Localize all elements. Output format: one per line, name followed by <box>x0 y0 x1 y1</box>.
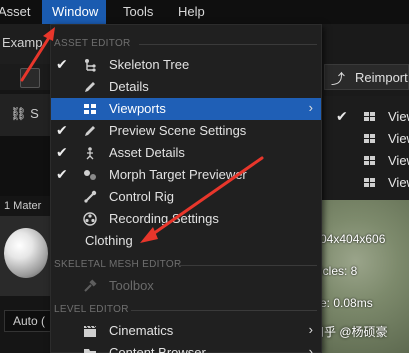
menu-item-preview-scene-settings[interactable]: ✔ Preview Scene Settings <box>51 120 321 142</box>
viewports-grid-icon <box>84 104 96 114</box>
submenu-arrow-icon: › <box>308 344 313 353</box>
section-divider <box>139 44 317 45</box>
submenu-viewport-label: View <box>388 175 409 190</box>
reimport-icon: ⤴ <box>331 71 345 87</box>
menu-item-control-rig[interactable]: Control Rig <box>51 186 321 208</box>
viewport-grid-icon <box>364 134 376 144</box>
menu-item-asset-details[interactable]: ✔ Asset Details <box>51 142 321 164</box>
menu-item-cinematics[interactable]: Cinematics › <box>51 320 321 342</box>
check-icon: ✔ <box>336 108 348 124</box>
submenu-arrow-icon: › <box>308 322 313 337</box>
menu-item-recording-settings[interactable]: Recording Settings <box>51 208 321 230</box>
menu-item-content-browser[interactable]: Content Browser › <box>51 342 321 353</box>
menu-item-label: Skeleton Tree <box>109 57 190 72</box>
submenu-viewport-1[interactable]: ✔ View <box>324 106 409 128</box>
submenu-arrow-icon: › <box>308 100 313 115</box>
toolbar-run-button[interactable] <box>20 68 40 88</box>
skeleton-subtab-label: ⛓ S <box>10 106 39 122</box>
morph-target-icon <box>84 170 96 180</box>
submenu-viewport-4[interactable]: View <box>324 172 409 194</box>
menu-item-label: Recording Settings <box>109 211 219 226</box>
menu-asset[interactable]: Asset <box>0 0 41 24</box>
submenu-viewport-2[interactable]: View <box>324 128 409 150</box>
menu-item-viewports[interactable]: Viewports › <box>51 98 321 120</box>
section-header-asset-editor: ASSET EDITOR <box>54 38 131 49</box>
menu-item-clothing[interactable]: Clothing <box>51 230 321 252</box>
menu-help[interactable]: Help <box>168 0 215 24</box>
menu-item-label: Clothing <box>85 233 133 248</box>
menu-item-label: Asset Details <box>109 145 185 160</box>
reimport-button[interactable]: ⤴ Reimport <box>324 64 409 90</box>
skeleton-subtab-text: S <box>30 106 39 121</box>
menu-item-label: Control Rig <box>109 189 175 204</box>
viewport-grid-icon <box>364 112 376 122</box>
menu-window[interactable]: Window <box>42 0 106 24</box>
check-icon: ✔ <box>56 166 68 182</box>
control-rig-icon <box>84 190 97 203</box>
menu-item-label: Cinematics <box>109 323 174 338</box>
viewport-stat-time: e: 0.08ms <box>320 296 373 310</box>
section-divider <box>179 265 317 266</box>
submenu-viewport-label: View <box>388 131 409 146</box>
bone-icon: ⛓ <box>10 106 27 121</box>
details-pencil-icon <box>85 82 95 92</box>
viewport-grid-icon <box>364 178 376 188</box>
preview-pencil-icon <box>85 126 95 136</box>
section-header-skeletal-mesh-editor: SKELETAL MESH EDITOR <box>54 259 182 270</box>
menu-item-label: Viewports <box>109 101 166 116</box>
section-header-level-editor: LEVEL EDITOR <box>54 304 129 315</box>
menu-item-label: Toolbox <box>109 278 154 293</box>
menu-item-morph-target-previewer[interactable]: ✔ Morph Target Previewer <box>51 164 321 186</box>
menu-item-label: Morph Target Previewer <box>109 167 247 182</box>
check-icon: ✔ <box>56 144 68 160</box>
menu-tools[interactable]: Tools <box>113 0 163 24</box>
menu-item-label: Content Browser <box>109 345 206 353</box>
material-count-label: 1 Mater <box>4 200 42 212</box>
menu-item-label: Details <box>109 79 149 94</box>
material-preview-sphere[interactable] <box>4 228 48 278</box>
auto-dropdown[interactable]: Auto ( <box>4 310 52 332</box>
menu-item-label: Preview Scene Settings <box>109 123 247 138</box>
cinematics-clapper-icon <box>84 325 97 337</box>
submenu-viewport-label: View <box>388 109 409 124</box>
check-icon: ✔ <box>56 56 68 72</box>
viewports-submenu: ✔ View View View View <box>324 96 409 200</box>
menu-item-details[interactable]: Details <box>51 76 321 98</box>
viewport-stat-resolution: 04x404x606 <box>320 232 386 246</box>
skeleton-tree-icon <box>85 59 96 72</box>
reimport-label: Reimport <box>355 70 408 85</box>
toolbox-hammer-icon <box>84 279 97 292</box>
content-browser-icon <box>84 349 96 353</box>
submenu-viewport-3[interactable]: View <box>324 150 409 172</box>
section-divider <box>131 310 317 311</box>
menu-item-skeleton-tree[interactable]: ✔ Skeleton Tree <box>51 54 321 76</box>
watermark-text: 知乎 @杨硕豪 <box>312 325 388 339</box>
menu-item-toolbox[interactable]: Toolbox <box>51 275 321 297</box>
viewport-grid-icon <box>364 156 376 166</box>
check-icon: ✔ <box>56 122 68 138</box>
recording-icon <box>83 212 97 226</box>
viewport-stat-particles: icles: 8 <box>320 264 358 278</box>
editor-dark-band <box>0 136 55 196</box>
editor-tab-label[interactable]: Examp <box>2 35 42 50</box>
window-dropdown-menu: ASSET EDITOR ✔ Skeleton Tree Details Vie… <box>50 24 322 353</box>
submenu-viewport-label: View <box>388 153 409 168</box>
menu-bar: Asset Window Tools Help <box>0 0 409 24</box>
asset-details-icon <box>86 147 94 160</box>
